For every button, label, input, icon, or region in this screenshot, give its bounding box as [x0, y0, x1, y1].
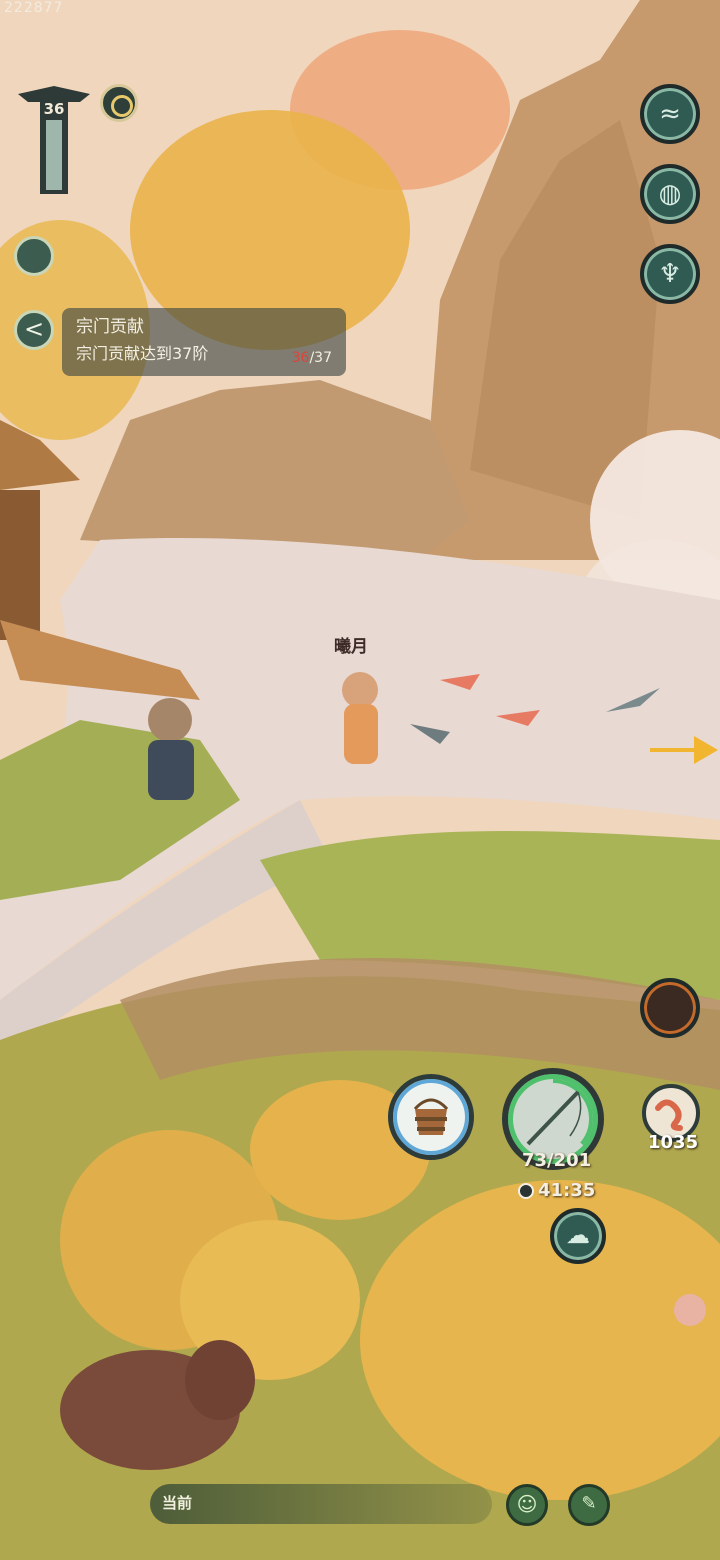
rod-durability-counter: 73/201	[522, 1150, 592, 1171]
quest-progress-total: /37	[309, 350, 332, 366]
game-scene[interactable]	[0, 0, 720, 1560]
quest-progress-current: 36	[291, 350, 310, 366]
bait-count: 1035	[648, 1132, 699, 1153]
bucket-button[interactable]	[388, 1074, 474, 1160]
player-name-label: 曦月	[334, 637, 368, 657]
emoji-button[interactable]: ☺	[506, 1484, 548, 1526]
quest-title: 宗门贡献	[76, 317, 144, 337]
player-id-text: 222877	[4, 0, 64, 16]
demon-button[interactable]: ♆	[640, 244, 700, 304]
spirit-token-button[interactable]	[100, 84, 138, 122]
leaf-icon[interactable]	[14, 236, 54, 276]
cloud-swirl-icon: ☁	[566, 1221, 590, 1249]
chat-channel-label: 当前	[162, 1494, 193, 1512]
wave-skill-button[interactable]: ≈	[640, 84, 700, 144]
scene-background	[0, 0, 720, 1560]
quest-progress: 36/37	[292, 350, 332, 366]
direction-arrow-icon[interactable]	[650, 730, 720, 770]
player-level: 36	[43, 100, 65, 118]
level-pillar[interactable]: 36	[14, 80, 94, 200]
smile-icon: ☺	[516, 1492, 538, 1516]
fishing-timer: 41:35	[518, 1180, 595, 1201]
chat-button[interactable]: ✎	[568, 1484, 610, 1526]
bucket-icon	[413, 1098, 449, 1135]
wave-icon: ≈	[659, 99, 681, 129]
cloud-swirl-button[interactable]: ☁	[550, 1208, 606, 1264]
alchemy-pot-button[interactable]: ◍	[640, 164, 700, 224]
fishing-timer-value: 41:35	[538, 1180, 596, 1201]
worm-icon	[655, 1099, 683, 1131]
pot-icon: ◍	[658, 179, 682, 209]
pillar-icon	[18, 86, 90, 194]
quest-collapse-button[interactable]: <	[14, 310, 54, 350]
chat-bar[interactable]: 当前	[150, 1484, 492, 1524]
demon-mask-icon: ♆	[658, 259, 682, 289]
chat-icon: ✎	[581, 1493, 597, 1514]
quest-panel[interactable]: 宗门贡献 宗门贡献达到37阶 36/37	[62, 308, 346, 376]
monkey-companion-button[interactable]	[640, 978, 700, 1038]
clock-icon	[518, 1183, 534, 1199]
